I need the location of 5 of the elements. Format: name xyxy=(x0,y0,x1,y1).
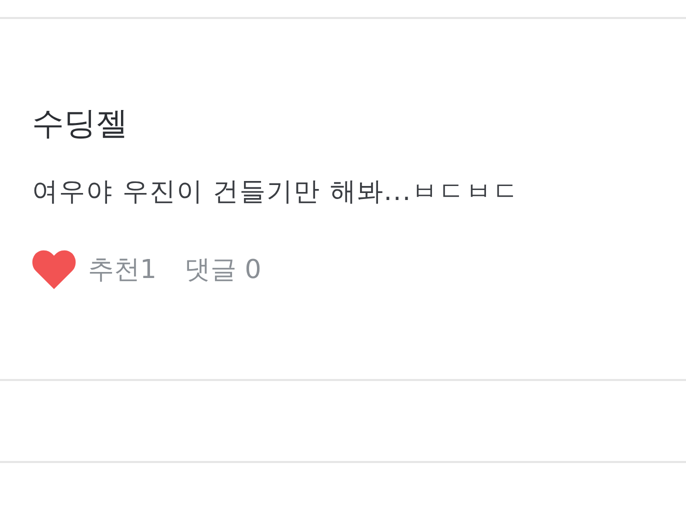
heart-icon[interactable] xyxy=(32,249,76,289)
comment-count: 댓글 0 xyxy=(184,254,262,286)
author-name: 수딩젤 xyxy=(32,103,129,144)
post-text: 여우야 우진이 건들기만 해봐...ㅂㄷㅂㄷ xyxy=(32,176,521,209)
recommend-count: 추천1 xyxy=(88,254,157,286)
